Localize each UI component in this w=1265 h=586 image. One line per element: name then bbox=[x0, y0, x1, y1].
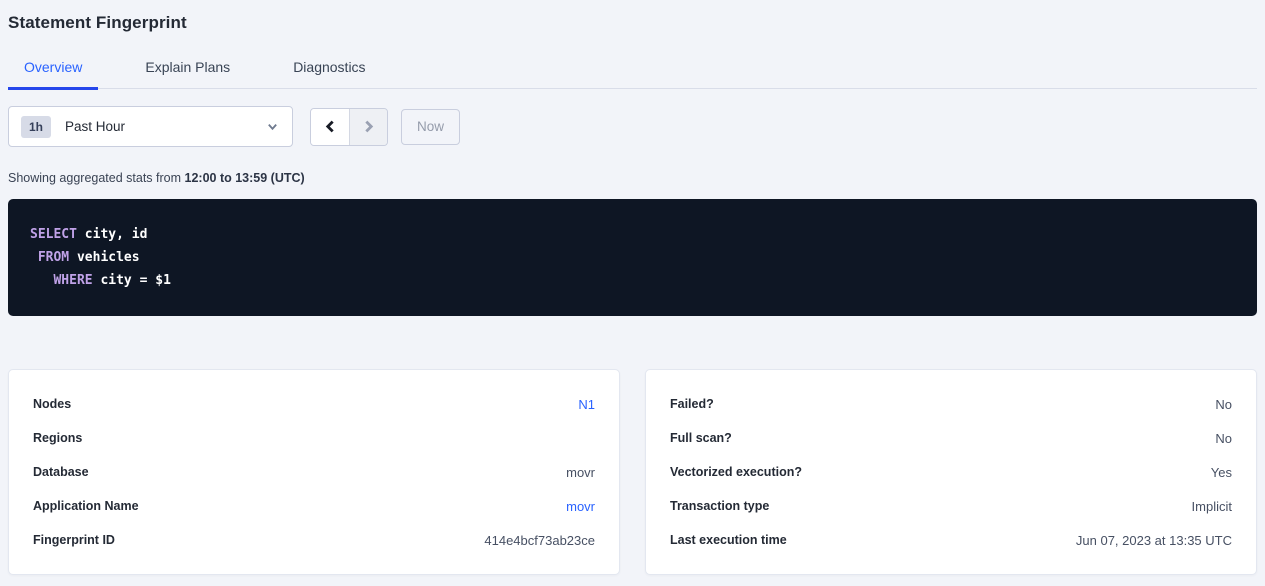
detail-row-last-execution-time: Last execution time Jun 07, 2023 at 13:3… bbox=[670, 523, 1232, 557]
sql-line: SELECT city, id bbox=[30, 223, 1235, 246]
detail-label: Fingerprint ID bbox=[33, 533, 115, 547]
tab-overview[interactable]: Overview bbox=[8, 56, 98, 90]
chevron-left-icon bbox=[324, 120, 337, 133]
application-name-link[interactable]: movr bbox=[566, 499, 595, 514]
detail-row-failed: Failed? No bbox=[670, 387, 1232, 421]
time-step-buttons bbox=[310, 108, 388, 146]
sql-keyword: WHERE bbox=[53, 273, 92, 288]
sql-line: WHERE city = $1 bbox=[30, 269, 1235, 292]
detail-label: Application Name bbox=[33, 499, 139, 513]
execution-attributes-card: Failed? No Full scan? No Vectorized exec… bbox=[645, 369, 1257, 575]
next-interval-button[interactable] bbox=[349, 109, 387, 145]
database-value: movr bbox=[566, 465, 595, 480]
nodes-link[interactable]: N1 bbox=[578, 397, 595, 412]
detail-label: Failed? bbox=[670, 397, 714, 411]
detail-label: Database bbox=[33, 465, 89, 479]
fingerprint-id-value: 414e4bcf73ab23ce bbox=[484, 533, 595, 548]
failed-value: No bbox=[1215, 397, 1232, 412]
time-range-label: Past Hour bbox=[65, 119, 267, 134]
tab-diagnostics[interactable]: Diagnostics bbox=[277, 56, 381, 90]
chevron-right-icon bbox=[362, 120, 375, 133]
detail-label: Last execution time bbox=[670, 533, 787, 547]
statement-details-card: Nodes N1 Regions Database movr Applicati… bbox=[8, 369, 620, 575]
time-toolbar: 1h Past Hour Now bbox=[8, 106, 1257, 147]
transaction-type-value: Implicit bbox=[1192, 499, 1232, 514]
detail-label: Vectorized execution? bbox=[670, 465, 802, 479]
stats-caption-range: 12:00 to 13:59 (UTC) bbox=[185, 171, 305, 185]
detail-label: Nodes bbox=[33, 397, 71, 411]
sql-line: FROM vehicles bbox=[30, 246, 1235, 269]
statement-fingerprint-page: Statement Fingerprint Overview Explain P… bbox=[0, 11, 1265, 575]
aggregated-stats-caption: Showing aggregated stats from 12:00 to 1… bbox=[8, 171, 1257, 185]
tab-explain-plans[interactable]: Explain Plans bbox=[129, 56, 246, 90]
sql-keyword: FROM bbox=[38, 250, 69, 265]
details-cards: Nodes N1 Regions Database movr Applicati… bbox=[8, 369, 1257, 575]
time-range-dropdown[interactable]: 1h Past Hour bbox=[8, 106, 293, 147]
detail-row-full-scan: Full scan? No bbox=[670, 421, 1232, 455]
tab-bar: Overview Explain Plans Diagnostics bbox=[8, 56, 1257, 89]
sql-keyword: SELECT bbox=[30, 227, 77, 242]
detail-row-transaction-type: Transaction type Implicit bbox=[670, 489, 1232, 523]
sql-statement-box: SELECT city, id FROM vehicles WHERE city… bbox=[8, 199, 1257, 316]
last-execution-time-value: Jun 07, 2023 at 13:35 UTC bbox=[1076, 533, 1232, 548]
now-button[interactable]: Now bbox=[401, 109, 460, 145]
vectorized-value: Yes bbox=[1211, 465, 1232, 480]
detail-row-database: Database movr bbox=[33, 455, 595, 489]
stats-caption-prefix: Showing aggregated stats from bbox=[8, 171, 185, 185]
chevron-down-icon bbox=[267, 121, 278, 132]
detail-row-regions: Regions bbox=[33, 421, 595, 455]
detail-row-application-name: Application Name movr bbox=[33, 489, 595, 523]
interval-badge: 1h bbox=[21, 116, 51, 138]
detail-row-fingerprint-id: Fingerprint ID 414e4bcf73ab23ce bbox=[33, 523, 595, 557]
full-scan-value: No bbox=[1215, 431, 1232, 446]
detail-row-vectorized: Vectorized execution? Yes bbox=[670, 455, 1232, 489]
detail-label: Regions bbox=[33, 431, 82, 445]
detail-label: Full scan? bbox=[670, 431, 732, 445]
detail-row-nodes: Nodes N1 bbox=[33, 387, 595, 421]
previous-interval-button[interactable] bbox=[311, 109, 349, 145]
detail-label: Transaction type bbox=[670, 499, 769, 513]
page-title: Statement Fingerprint bbox=[8, 11, 1257, 35]
